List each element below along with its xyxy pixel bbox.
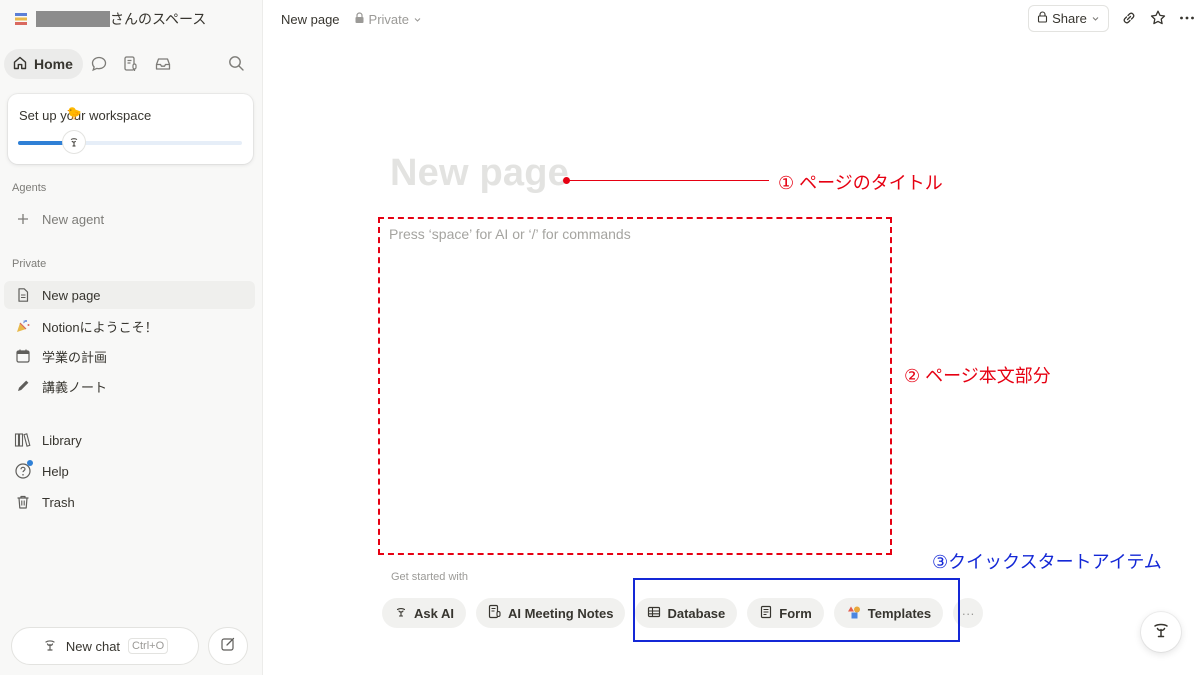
- chevron-down-icon: [1091, 11, 1100, 26]
- sidebar-top-nav: Home: [4, 48, 259, 80]
- sidebar-item-label: Library: [42, 432, 82, 448]
- home-icon: [12, 55, 28, 74]
- notion-ai-icon: [42, 637, 58, 656]
- duck-icon: 🐤: [66, 106, 82, 120]
- inbox-icon[interactable]: [147, 49, 179, 79]
- sidebar-item-library[interactable]: Library: [4, 426, 255, 454]
- progress-knob: 🐤: [63, 107, 85, 153]
- sidebar-item-label: Notionにようこそ！: [42, 319, 158, 335]
- annotation-title-line: [566, 180, 769, 181]
- pencil-icon: [14, 377, 32, 395]
- breadcrumb-page[interactable]: New page: [281, 12, 340, 27]
- sidebar-item-help[interactable]: Help: [4, 457, 255, 485]
- trash-icon: [14, 493, 32, 511]
- sidebar-item-welcome[interactable]: Notionにようこそ！: [4, 312, 255, 340]
- setup-title: Set up your workspace: [19, 108, 152, 123]
- quick-action-label: Ask AI: [414, 605, 454, 621]
- annotation-quick-start-box: [633, 578, 960, 642]
- notification-dot: [27, 460, 33, 466]
- workspace-name: さんのスペース: [110, 11, 207, 27]
- notion-ai-fab[interactable]: [1141, 612, 1181, 652]
- privacy-selector[interactable]: Private: [354, 12, 422, 27]
- home-label: Home: [34, 56, 73, 72]
- get-started-label: Get started with: [391, 571, 469, 583]
- star-icon[interactable]: [1147, 7, 1169, 29]
- ask-ai-button[interactable]: Ask AI: [382, 598, 466, 628]
- privacy-label: Private: [368, 11, 410, 27]
- compose-button[interactable]: [208, 627, 248, 665]
- breadcrumb: New page Private: [281, 10, 422, 28]
- sidebar-item-label: Help: [42, 463, 69, 479]
- page-body-editor[interactable]: Press ‘space’ for AI or ‘/’ for commands: [389, 226, 631, 242]
- more-options-icon[interactable]: [1176, 7, 1198, 29]
- new-agent-label: New agent: [42, 211, 105, 227]
- sidebar-item-label: Trash: [42, 494, 75, 510]
- page-title-input[interactable]: New page: [390, 152, 569, 195]
- ai-meeting-notes-button[interactable]: AI Meeting Notes: [475, 598, 626, 628]
- compose-icon: [220, 636, 236, 657]
- meeting-notes-icon: [488, 604, 502, 623]
- notion-ai-icon: [394, 605, 408, 622]
- sidebar-item-new-page[interactable]: New page: [4, 281, 255, 309]
- new-agent-button[interactable]: New agent: [4, 205, 255, 233]
- share-label: Share: [1052, 11, 1087, 26]
- notion-ai-face-icon: [70, 138, 78, 147]
- setup-progress-bar: 🐤: [18, 107, 242, 153]
- library-icon: [14, 431, 32, 449]
- sidebar: さんのスペース Home Set up your workspace 🐤 Age…: [0, 0, 263, 675]
- chat-icon[interactable]: [83, 49, 115, 79]
- meeting-notes-icon[interactable]: [115, 49, 147, 79]
- private-section-label: Private: [12, 258, 47, 270]
- sidebar-item-study-plan[interactable]: 学業の計画: [4, 342, 255, 370]
- annotation-body-box: [378, 217, 892, 555]
- lock-icon: [1037, 11, 1048, 26]
- workspace-icon: [14, 12, 28, 26]
- search-icon[interactable]: [221, 48, 251, 78]
- lock-icon: [354, 11, 365, 27]
- annotation-body-label: ② ページ本文部分: [904, 366, 1051, 386]
- agents-section-label: Agents: [12, 182, 47, 194]
- sidebar-item-lecture-notes[interactable]: 講義ノート: [4, 372, 255, 400]
- home-button[interactable]: Home: [4, 49, 83, 79]
- sidebar-item-label: New page: [42, 287, 101, 303]
- annotation-title-dot: [563, 177, 570, 184]
- plus-icon: [14, 210, 32, 228]
- link-icon[interactable]: [1118, 7, 1140, 29]
- calendar-icon: [14, 347, 32, 365]
- notion-ai-icon: [1150, 619, 1172, 646]
- share-button[interactable]: Share: [1028, 5, 1109, 32]
- annotation-quick-start-label: ③クイックスタートアイテム: [932, 552, 1162, 572]
- new-chat-button[interactable]: New chat Ctrl+O: [11, 627, 199, 665]
- redacted-name: [36, 11, 110, 27]
- chevron-down-icon: [413, 12, 422, 27]
- sidebar-item-label: 講義ノート: [42, 379, 108, 395]
- page-icon: [14, 286, 32, 304]
- annotation-title-label: ① ページのタイトル: [778, 173, 943, 193]
- setup-workspace-card[interactable]: Set up your workspace 🐤: [8, 94, 253, 164]
- sidebar-item-label: 学業の計画: [42, 349, 108, 365]
- workspace-switcher[interactable]: さんのスペース: [14, 8, 206, 30]
- quick-action-label: AI Meeting Notes: [507, 605, 614, 621]
- new-chat-label: New chat: [65, 638, 121, 654]
- sidebar-item-trash[interactable]: Trash: [4, 488, 255, 516]
- party-popper-icon: [14, 317, 32, 335]
- help-icon: [14, 460, 33, 480]
- new-chat-shortcut: Ctrl+O: [128, 638, 169, 654]
